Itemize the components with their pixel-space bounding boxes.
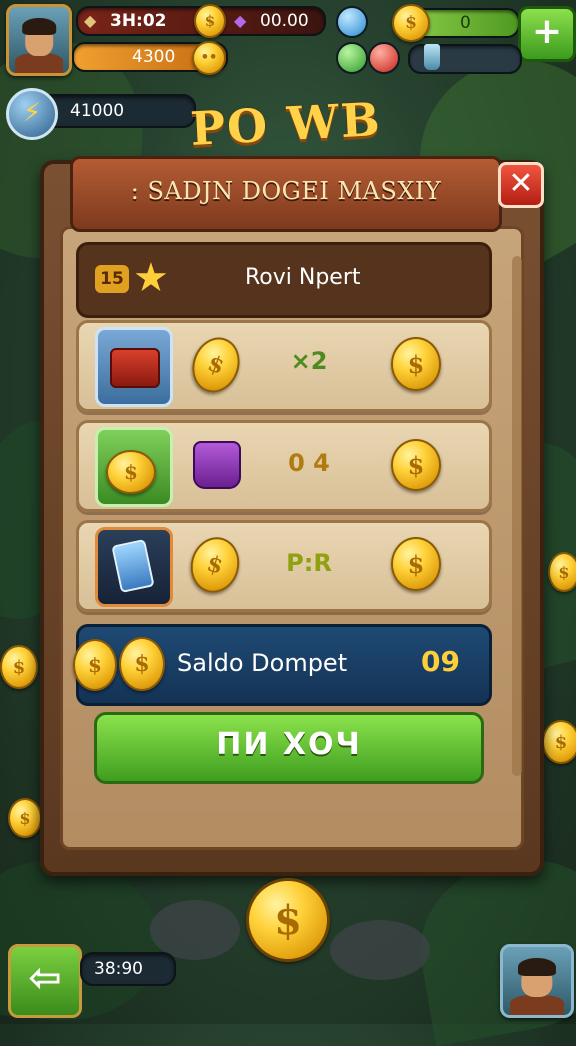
row-value: P:R — [286, 549, 332, 577]
coin-icon: $ — [391, 337, 441, 391]
coin-icon: $ — [391, 537, 441, 591]
chest-icon — [110, 348, 160, 388]
item-slot — [95, 527, 173, 607]
plus-icon: + — [531, 11, 563, 52]
xp-bar: 4300 •• — [72, 41, 228, 75]
coin-decoration-icon: $ — [0, 645, 38, 689]
coins-counter-value: 0 — [460, 13, 471, 33]
coins-stack-icon: $ — [119, 637, 165, 691]
coin-decoration-icon: $ — [542, 720, 576, 764]
claim-button[interactable]: ПИ ХОЧ — [94, 712, 484, 784]
dialog-scrollbar[interactable] — [512, 256, 522, 776]
friend-avatar[interactable] — [500, 944, 574, 1018]
power-badge-icon: ⚡ — [6, 88, 58, 140]
timer-bar: ◆ 3H:02 $ ◆ 00.00 — [76, 4, 326, 38]
game-logo: PO WB — [189, 92, 383, 156]
footer-time: 38:90 — [94, 959, 143, 979]
back-arrow-icon: ⇦ — [28, 955, 62, 1001]
add-coins-button[interactable]: + — [518, 6, 576, 62]
xp-value: 4300 — [132, 47, 176, 67]
dialog-title: : SADJN DOGEI MASXIY — [70, 156, 502, 232]
item-slot: $ — [95, 427, 173, 507]
footer-time-bar: 38:90 — [80, 952, 176, 986]
player-avatar[interactable] — [6, 4, 72, 76]
gem-icon: ◆ — [234, 11, 247, 30]
rank-row: 15 ★ Rovi Npert — [76, 242, 492, 318]
coin-icon: $ — [73, 639, 117, 691]
balance-label: Saldo Dompet — [177, 649, 348, 677]
power-value: 41000 — [70, 101, 125, 121]
row-value: ×2 — [290, 347, 328, 375]
coin-icon: $ — [391, 439, 441, 491]
timer-text: 3H:02 — [110, 11, 167, 31]
reward-row[interactable]: $ 0 4 $ — [76, 420, 492, 512]
coin-face-icon: •• — [192, 41, 226, 75]
ticket-icon — [111, 538, 155, 594]
reward-row[interactable]: $ P:R $ — [76, 520, 492, 612]
coins-counter-bar: $ 0 — [392, 4, 520, 42]
purse-icon — [193, 441, 241, 489]
rock-decoration — [330, 920, 430, 980]
rank-badge: 15 — [95, 265, 129, 293]
rock-decoration — [150, 900, 240, 960]
gem-count: 00.00 — [260, 11, 309, 31]
shield-icon: ◆ — [84, 11, 97, 30]
rank-label: Rovi Npert — [245, 265, 361, 290]
row-value: 0 4 — [288, 449, 330, 477]
coin-icon: $ — [392, 4, 430, 42]
balance-value: 09 — [421, 645, 460, 678]
coin-decoration-icon: $ — [548, 552, 576, 592]
bucket-bar — [408, 44, 522, 74]
close-icon: ✕ — [508, 166, 534, 201]
big-coin-icon[interactable]: $ — [246, 878, 330, 962]
blue-orb-button[interactable] — [336, 6, 368, 38]
red-orb-button[interactable] — [368, 42, 400, 74]
coin-icon: $ — [184, 330, 248, 400]
wallet-balance: $ $ Saldo Dompet 09 — [73, 624, 492, 706]
coin-icon: $ — [184, 531, 246, 599]
close-button[interactable]: ✕ — [498, 162, 544, 208]
item-slot — [95, 327, 173, 407]
power-bar: 41000 — [36, 94, 196, 128]
back-button[interactable]: ⇦ — [8, 944, 82, 1018]
coin-icon: $ — [194, 4, 226, 38]
coin-decoration-icon: $ — [8, 798, 42, 838]
coins-stack-icon: $ — [106, 450, 156, 494]
star-icon: ★ — [133, 255, 169, 301]
reward-row[interactable]: $ ×2 $ — [76, 320, 492, 412]
green-orb-button[interactable] — [336, 42, 368, 74]
bucket-icon — [424, 44, 440, 70]
